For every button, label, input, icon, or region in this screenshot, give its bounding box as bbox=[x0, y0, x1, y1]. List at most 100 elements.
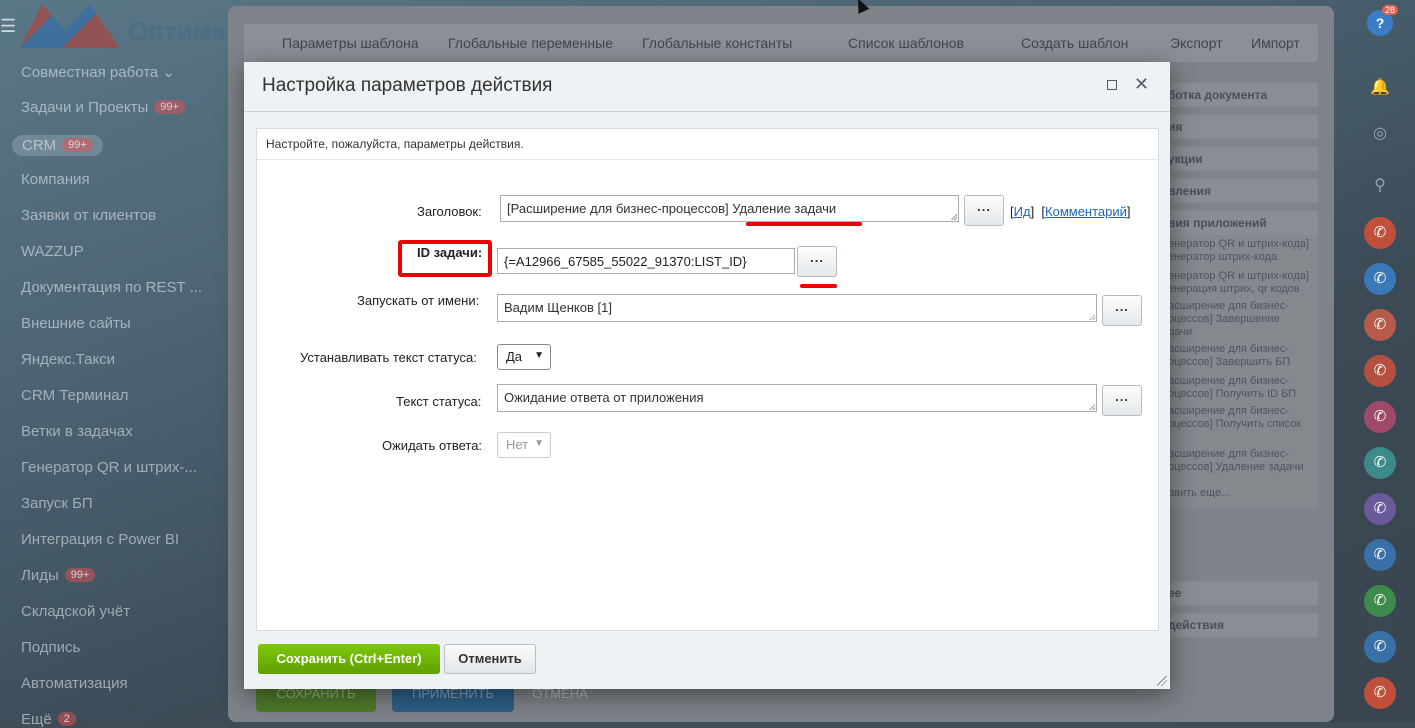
id-link[interactable]: Ид bbox=[1014, 204, 1031, 219]
phone-icon[interactable]: ✆ bbox=[1364, 539, 1396, 571]
sidebar-item[interactable]: Запуск БП bbox=[21, 495, 93, 512]
title-links: [Ид] [Комментарий] bbox=[1010, 204, 1131, 219]
dialog-title: Настройка параметров действия bbox=[262, 75, 553, 96]
save-button[interactable]: Сохранить (Ctrl+Enter) bbox=[258, 644, 440, 674]
counter-badge: 99+ bbox=[154, 100, 185, 114]
set-status-value: Да bbox=[506, 349, 523, 364]
task-id-input[interactable]: {=A12966_67585_55022_91370:LIST_ID} bbox=[497, 248, 795, 274]
right-panel-row[interactable]: укции bbox=[1168, 147, 1318, 171]
sidebar-item[interactable]: Задачи и Проекты 99+ bbox=[21, 99, 185, 116]
sidebar-item[interactable]: Генератор QR и штрих-... bbox=[21, 459, 197, 476]
sidebar-item[interactable]: Интеграция с Power BI bbox=[21, 531, 179, 548]
close-icon[interactable]: ✕ bbox=[1134, 74, 1149, 95]
counter-badge: 2 bbox=[57, 712, 76, 726]
cancel-button[interactable]: Отменить bbox=[444, 644, 536, 674]
right-panel-line: дачи bbox=[1168, 326, 1193, 338]
top-tab[interactable]: Импорт bbox=[1251, 35, 1300, 51]
right-panel-line: оцессов] Удаление задачи bbox=[1168, 461, 1304, 473]
right-panel-row[interactable]: ия bbox=[1168, 115, 1318, 139]
sidebar-item[interactable]: Ветки в задачах bbox=[21, 423, 133, 440]
sidebar-item-label: Компания bbox=[21, 171, 90, 188]
dialog-body: Настройте, пожалуйста, параметры действи… bbox=[256, 128, 1159, 631]
status-text-field[interactable]: Ожидание ответа от приложения bbox=[497, 384, 1097, 412]
status-text-dots-button[interactable]: ... bbox=[1102, 385, 1142, 416]
run-as-dots-button[interactable]: ... bbox=[1102, 295, 1142, 326]
sidebar-item-label: Документация по REST ... bbox=[21, 279, 203, 296]
phone-icon[interactable]: ✆ bbox=[1364, 217, 1396, 249]
phone-icon[interactable]: ✆ bbox=[1364, 631, 1396, 663]
right-panel-line: авить еще... bbox=[1168, 487, 1231, 499]
counter-badge: 99+ bbox=[62, 138, 93, 152]
sidebar-item-label: Ветки в задачах bbox=[21, 423, 133, 440]
right-panel-row[interactable]: вления bbox=[1168, 179, 1318, 203]
sidebar-item-label: Складской учёт bbox=[21, 603, 131, 620]
top-tab[interactable]: Список шаблонов bbox=[848, 35, 964, 51]
resize-grip-icon[interactable] bbox=[1089, 404, 1095, 410]
sidebar-item[interactable]: CRM Терминал bbox=[21, 387, 128, 404]
chevron-down-icon: ▼ bbox=[534, 438, 544, 449]
right-panel-row[interactable]: вия приложений bbox=[1168, 211, 1318, 235]
sidebar-item[interactable]: Ещё 2 bbox=[21, 711, 76, 728]
set-status-select[interactable]: Да ▼ bbox=[497, 344, 551, 370]
top-tab[interactable]: Создать шаблон bbox=[1021, 35, 1128, 51]
sidebar-item-label: CRM bbox=[22, 137, 57, 154]
left-sidebar: ☰ Оптима Совместная работа ⌄ Задачи и Про… bbox=[0, 0, 230, 728]
search-icon[interactable]: ⚲ bbox=[1368, 174, 1392, 198]
title-field[interactable]: [Расширение для бизнес-процессов] Удален… bbox=[500, 195, 959, 222]
title-field-value: [Расширение для бизнес-процессов] Удален… bbox=[507, 201, 837, 216]
maximize-icon[interactable] bbox=[1107, 80, 1117, 90]
phone-icon[interactable]: ✆ bbox=[1364, 309, 1396, 341]
hint-text: Настройте, пожалуйста, параметры действи… bbox=[266, 137, 524, 151]
sidebar-item-label: Подпись bbox=[21, 639, 81, 656]
top-tab[interactable]: Глобальные переменные bbox=[448, 35, 613, 51]
right-panel-line: оцессов] Получить список bbox=[1168, 418, 1302, 430]
hint-bar: Настройте, пожалуйста, параметры действи… bbox=[257, 129, 1158, 160]
right-panel-line: оцессов] Завершить БП bbox=[1168, 356, 1291, 368]
sidebar-item-label: Лиды bbox=[21, 567, 59, 584]
phone-icon[interactable]: ✆ bbox=[1364, 585, 1396, 617]
sidebar-item[interactable]: Подпись bbox=[21, 639, 80, 656]
sidebar-item[interactable]: Складской учёт bbox=[21, 603, 130, 620]
right-panel-row[interactable]: действия bbox=[1168, 613, 1318, 637]
chat-icon[interactable]: ◎ bbox=[1368, 122, 1392, 146]
right-panel-line: асширение для бизнес- bbox=[1168, 343, 1289, 355]
comment-link[interactable]: Комментарий bbox=[1045, 204, 1127, 219]
run-as-field[interactable]: Вадим Щенков [1] bbox=[497, 294, 1097, 322]
sidebar-item-label: Внешние сайты bbox=[21, 315, 131, 332]
dialog-resize-icon[interactable] bbox=[1157, 676, 1167, 686]
phone-icon[interactable]: ✆ bbox=[1364, 677, 1396, 709]
status-text-label: Текст статуса: bbox=[396, 394, 482, 409]
sidebar-item[interactable]: Яндекс.Такси bbox=[21, 351, 115, 368]
resize-grip-icon[interactable] bbox=[1089, 314, 1095, 320]
phone-icon[interactable]: ✆ bbox=[1364, 355, 1396, 387]
sidebar-item-label: Задачи и Проекты bbox=[21, 99, 149, 116]
sidebar-item-label: Яндекс.Такси bbox=[21, 351, 116, 368]
phone-icon[interactable]: ✆ bbox=[1364, 493, 1396, 525]
sidebar-item[interactable]: Внешние сайты bbox=[21, 315, 131, 332]
resize-grip-icon[interactable] bbox=[951, 214, 957, 220]
set-status-label: Устанавливать текст статуса: bbox=[300, 350, 477, 365]
sidebar-item[interactable]: CRM 99+ bbox=[12, 135, 103, 156]
sidebar-item[interactable]: Совместная работа ⌄ bbox=[21, 63, 175, 81]
sidebar-item[interactable]: Автоматизация bbox=[21, 675, 128, 692]
title-dots-button[interactable]: ... bbox=[964, 195, 1004, 226]
phone-icon[interactable]: ✆ bbox=[1364, 401, 1396, 433]
right-panel-row[interactable]: ее bbox=[1168, 581, 1318, 605]
top-tab[interactable]: Глобальные константы bbox=[642, 35, 792, 51]
right-panel-line: асширение для бизнес- bbox=[1168, 300, 1289, 312]
help-badge: 28 bbox=[1382, 5, 1399, 15]
sidebar-item[interactable]: Лиды 99+ bbox=[21, 567, 96, 584]
sidebar-item[interactable]: Компания bbox=[21, 171, 90, 188]
menu-icon[interactable]: ☰ bbox=[0, 16, 16, 37]
sidebar-item[interactable]: Документация по REST ... bbox=[21, 279, 202, 296]
right-panel-row[interactable]: ботка документа bbox=[1168, 83, 1318, 107]
sidebar-item[interactable]: Заявки от клиентов bbox=[21, 207, 156, 224]
top-tab[interactable]: Параметры шаблона bbox=[282, 35, 419, 51]
phone-icon[interactable]: ✆ bbox=[1364, 447, 1396, 479]
bell-icon[interactable]: 🔔 bbox=[1368, 76, 1392, 100]
sidebar-item[interactable]: WAZZUP bbox=[21, 243, 84, 260]
top-tab[interactable]: Экспорт bbox=[1170, 35, 1223, 51]
phone-icon[interactable]: ✆ bbox=[1364, 263, 1396, 295]
sidebar-item-label: Совместная работа bbox=[21, 64, 159, 81]
task-id-dots-button[interactable]: ... bbox=[797, 246, 837, 277]
